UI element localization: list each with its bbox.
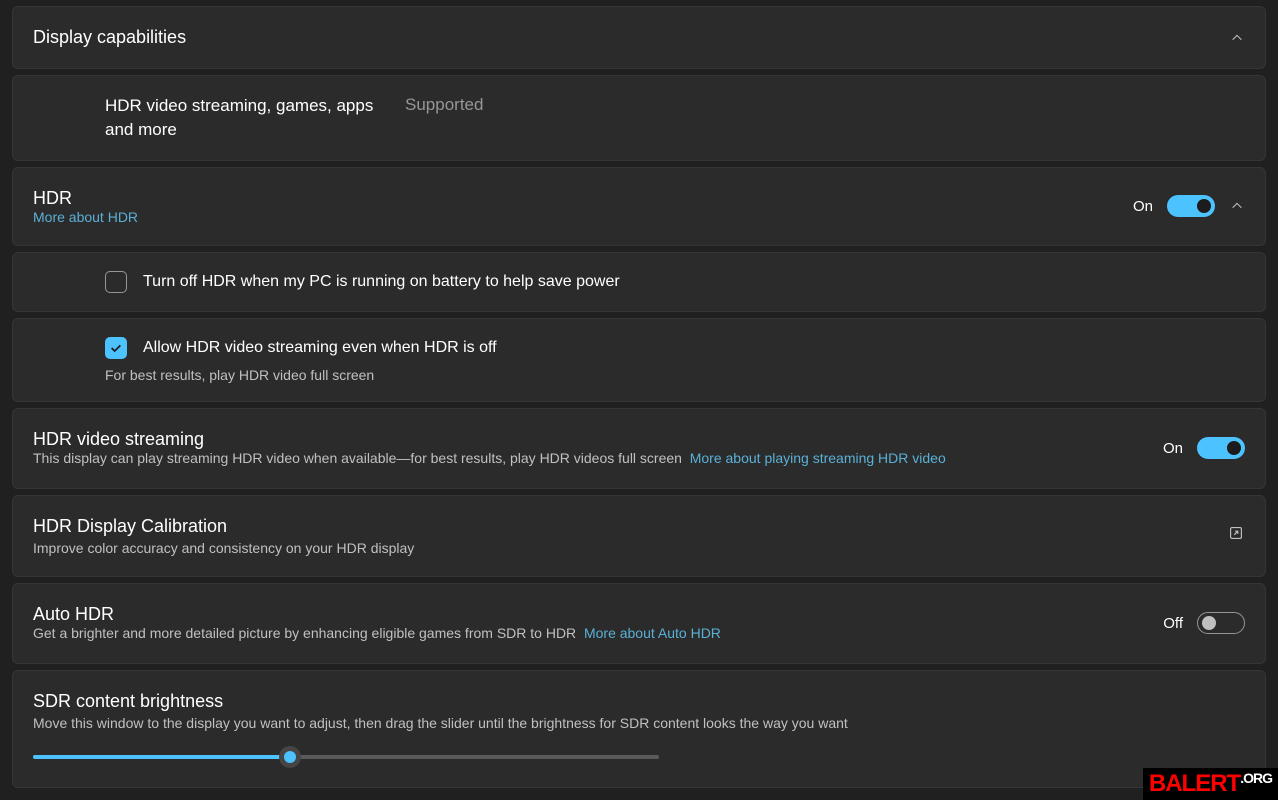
hdr-more-link[interactable]: More about HDR	[33, 209, 138, 225]
hdr-battery-option: Turn off HDR when my PC is running on ba…	[12, 252, 1266, 312]
open-external-icon	[1227, 524, 1245, 547]
auto-hdr-toggle[interactable]	[1197, 612, 1245, 634]
hdr-streaming-hint: For best results, play HDR video full sc…	[105, 367, 1245, 383]
sdr-brightness-slider[interactable]	[33, 755, 659, 759]
chevron-up-icon	[1229, 30, 1245, 46]
capability-label: HDR video streaming, games, apps and mor…	[105, 94, 395, 142]
hdr-title: HDR	[33, 188, 138, 209]
hdr-streaming-option: Allow HDR video streaming even when HDR …	[12, 318, 1266, 402]
hdr-battery-checkbox[interactable]	[105, 271, 127, 293]
sdr-brightness-desc: Move this window to the display you want…	[33, 715, 848, 731]
capability-item: HDR video streaming, games, apps and mor…	[12, 75, 1266, 161]
chevron-up-icon	[1229, 198, 1245, 214]
display-capabilities-header[interactable]: Display capabilities	[13, 7, 1265, 68]
hdr-streaming-checkbox[interactable]	[105, 337, 127, 359]
display-capabilities-title: Display capabilities	[33, 27, 186, 48]
hdr-card: HDR More about HDR On	[12, 167, 1266, 246]
hdr-video-streaming-link[interactable]: More about playing streaming HDR video	[690, 450, 946, 466]
auto-hdr-desc: Get a brighter and more detailed picture…	[33, 625, 576, 641]
capability-value: Supported	[405, 95, 483, 115]
watermark: BALERT.ORG	[1143, 768, 1278, 800]
hdr-streaming-label: Allow HDR video streaming even when HDR …	[143, 339, 497, 357]
sdr-brightness-card: SDR content brightness Move this window …	[12, 670, 1266, 788]
hdr-video-streaming-toggle[interactable]	[1197, 437, 1245, 459]
slider-thumb[interactable]	[279, 746, 301, 768]
auto-hdr-title: Auto HDR	[33, 604, 721, 625]
auto-hdr-card: Auto HDR Get a brighter and more detaile…	[12, 583, 1266, 664]
auto-hdr-toggle-label: Off	[1163, 615, 1183, 632]
hdr-battery-label: Turn off HDR when my PC is running on ba…	[143, 273, 620, 291]
sdr-brightness-header: SDR content brightness Move this window …	[13, 671, 1265, 787]
display-capabilities-card: Display capabilities	[12, 6, 1266, 69]
hdr-calibration-title: HDR Display Calibration	[33, 516, 414, 537]
auto-hdr-link[interactable]: More about Auto HDR	[584, 625, 721, 641]
hdr-header[interactable]: HDR More about HDR On	[13, 168, 1265, 245]
hdr-video-streaming-desc: This display can play streaming HDR vide…	[33, 450, 682, 466]
hdr-video-streaming-title: HDR video streaming	[33, 429, 946, 450]
hdr-toggle[interactable]	[1167, 195, 1215, 217]
sdr-brightness-title: SDR content brightness	[33, 691, 848, 712]
hdr-video-streaming-header: HDR video streaming This display can pla…	[13, 409, 1265, 488]
sdr-brightness-slider-container	[33, 755, 659, 767]
hdr-video-streaming-toggle-label: On	[1163, 440, 1183, 457]
hdr-calibration-desc: Improve color accuracy and consistency o…	[33, 540, 414, 556]
auto-hdr-header: Auto HDR Get a brighter and more detaile…	[13, 584, 1265, 663]
hdr-calibration-card[interactable]: HDR Display Calibration Improve color ac…	[12, 495, 1266, 577]
hdr-video-streaming-card: HDR video streaming This display can pla…	[12, 408, 1266, 489]
hdr-toggle-label: On	[1133, 198, 1153, 215]
